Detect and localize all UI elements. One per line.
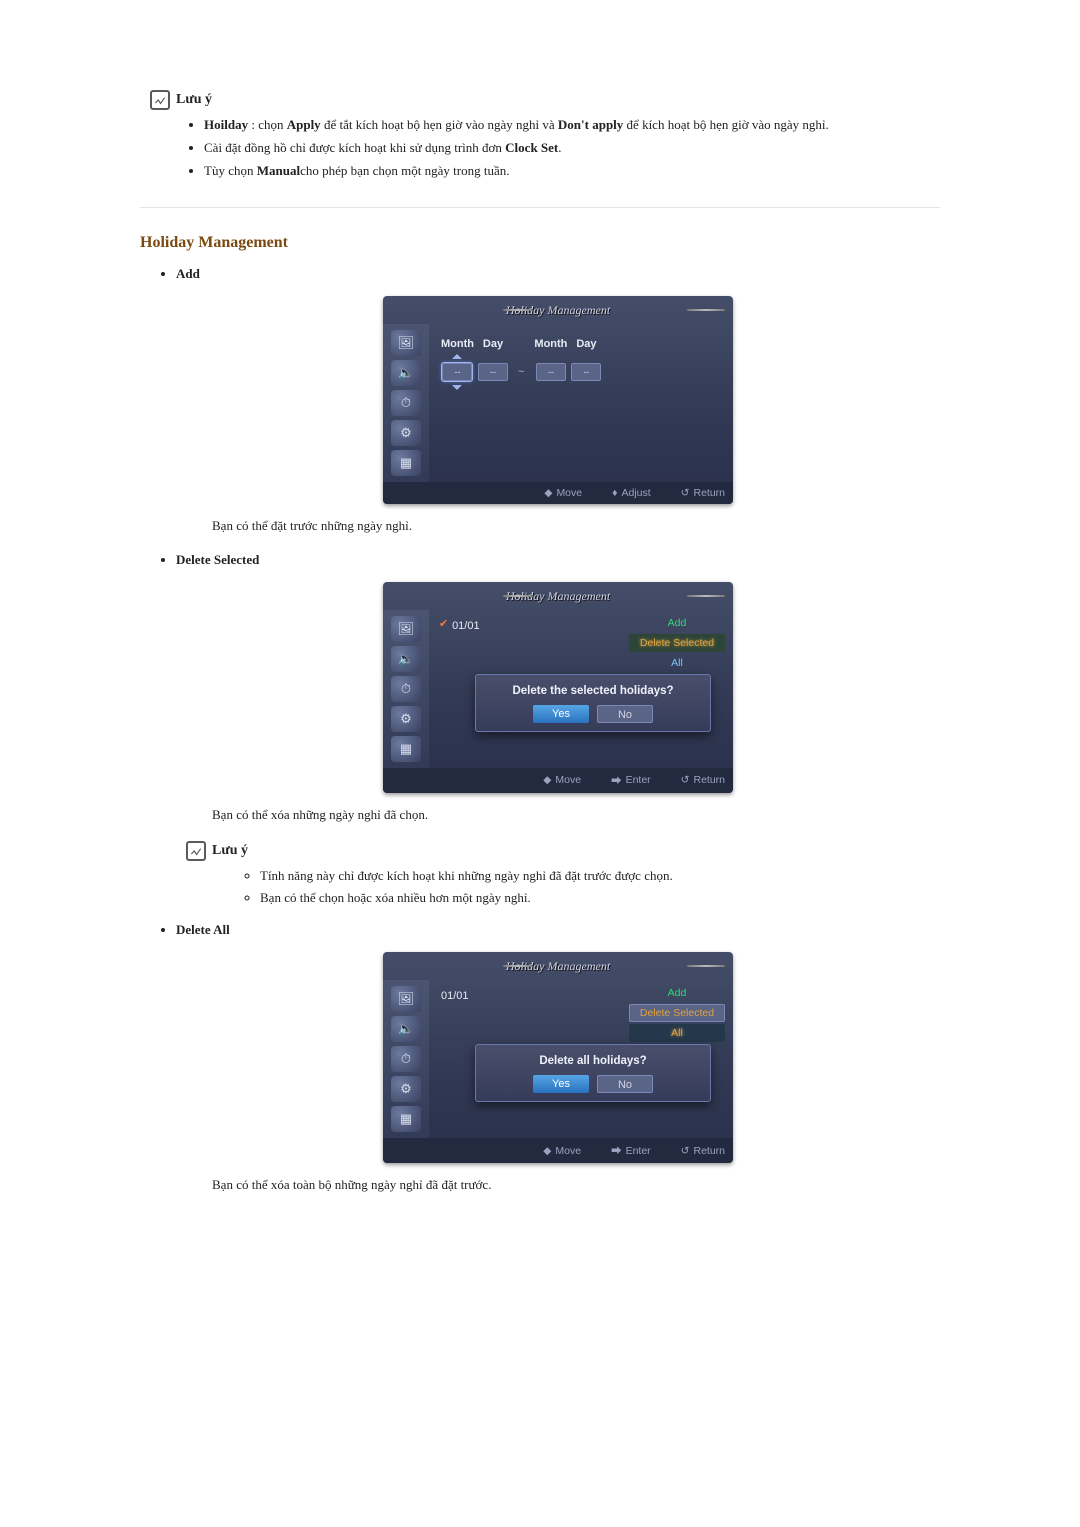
multi-icon[interactable]: ▦ bbox=[391, 736, 421, 762]
delsel-desc: Bạn có thể xóa những ngày nghỉ đã chọn. bbox=[212, 807, 940, 823]
hint-return: ↺ Return bbox=[681, 773, 725, 788]
hint-adjust: ♦ Adjust bbox=[612, 487, 651, 499]
day-end-select[interactable]: -- bbox=[571, 363, 601, 381]
action-add[interactable]: Add bbox=[629, 984, 725, 1002]
hint-enter: ⮕ Enter bbox=[611, 1143, 651, 1158]
col-month: Month bbox=[441, 338, 474, 350]
multi-icon[interactable]: ▦ bbox=[391, 1106, 421, 1132]
item-delsel-label: Delete Selected bbox=[176, 552, 259, 567]
hint-return: ↺ Return bbox=[681, 1143, 725, 1158]
audio-icon[interactable]: 🔈 bbox=[391, 646, 421, 672]
delall-desc: Bạn có thể xóa toàn bộ những ngày nghỉ đ… bbox=[212, 1177, 940, 1193]
picture-icon[interactable]: 🖼 bbox=[391, 986, 421, 1012]
yes-button[interactable]: Yes bbox=[533, 1075, 589, 1093]
note-icon bbox=[150, 90, 170, 110]
yes-button[interactable]: Yes bbox=[533, 705, 589, 723]
action-delete-selected[interactable]: Delete Selected bbox=[629, 634, 725, 652]
hint-return: ↺ Return bbox=[681, 487, 725, 499]
hint-move: ◆ Move bbox=[543, 773, 581, 788]
note-item: Tính năng này chỉ được kích hoạt khi nhữ… bbox=[260, 867, 940, 886]
action-add[interactable]: Add bbox=[629, 614, 725, 632]
osd-title: Holiday Management bbox=[383, 582, 733, 610]
note-item: Bạn có thể chọn hoặc xóa nhiều hơn một n… bbox=[260, 889, 940, 908]
note-icon bbox=[186, 841, 206, 861]
range-tilde: ~ bbox=[512, 366, 530, 378]
modal-question: Delete all holidays? bbox=[484, 1055, 702, 1067]
gear-icon[interactable]: ⚙ bbox=[391, 706, 421, 732]
action-delete-selected[interactable]: Delete Selected bbox=[629, 1004, 725, 1022]
note-item: Cài đặt đồng hồ chỉ được kích hoạt khi s… bbox=[204, 139, 940, 158]
item-delall-label: Delete All bbox=[176, 922, 230, 937]
action-delete-all[interactable]: All bbox=[629, 1024, 725, 1042]
osd-sidebar: 🖼 🔈 ⏱ ⚙ ▦ bbox=[383, 324, 429, 482]
time-icon[interactable]: ⏱ bbox=[391, 676, 421, 702]
picture-icon[interactable]: 🖼 bbox=[391, 330, 421, 356]
osd-title: Holiday Management bbox=[383, 952, 733, 980]
add-desc: Bạn có thể đặt trước những ngày nghỉ. bbox=[212, 518, 940, 534]
note-block-top: Lưu ý Hoilday : chọn Apply để tắt kích h… bbox=[150, 90, 940, 181]
multi-icon[interactable]: ▦ bbox=[391, 450, 421, 476]
hint-move: ◆ Move bbox=[543, 1143, 581, 1158]
item-add-label: Add bbox=[176, 266, 200, 281]
col-month2: Month bbox=[534, 338, 567, 350]
note-item: Tùy chọn Manualcho phép bạn chọn một ngà… bbox=[204, 162, 940, 181]
hint-enter: ⮕ Enter bbox=[611, 773, 651, 788]
col-day: Day bbox=[483, 338, 503, 350]
col-day2: Day bbox=[576, 338, 596, 350]
confirm-modal: Delete the selected holidays? Yes No bbox=[475, 674, 711, 732]
note-item: Hoilday : chọn Apply để tắt kích hoạt bộ… bbox=[204, 116, 940, 135]
osd-title: Holiday Management bbox=[383, 296, 733, 324]
note-title: Lưu ý bbox=[212, 843, 248, 859]
section-title: Holiday Management bbox=[140, 234, 940, 252]
gear-icon[interactable]: ⚙ bbox=[391, 1076, 421, 1102]
note-title: Lưu ý bbox=[176, 92, 212, 108]
modal-question: Delete the selected holidays? bbox=[484, 685, 702, 697]
month-end-select[interactable]: -- bbox=[536, 363, 566, 381]
no-button[interactable]: No bbox=[597, 1075, 653, 1093]
osd-sidebar: 🖼 🔈 ⏱ ⚙ ▦ bbox=[383, 980, 429, 1138]
osd-add: Holiday Management 🖼 🔈 ⏱ ⚙ ▦ Month bbox=[383, 296, 733, 504]
osd-delete-selected: Holiday Management 🖼 🔈 ⏱ ⚙ ▦ 01/01 Add D… bbox=[383, 582, 733, 793]
audio-icon[interactable]: 🔈 bbox=[391, 360, 421, 386]
check-icon bbox=[441, 621, 449, 629]
time-icon[interactable]: ⏱ bbox=[391, 1046, 421, 1072]
gear-icon[interactable]: ⚙ bbox=[391, 420, 421, 446]
no-button[interactable]: No bbox=[597, 705, 653, 723]
picture-icon[interactable]: 🖼 bbox=[391, 616, 421, 642]
audio-icon[interactable]: 🔈 bbox=[391, 1016, 421, 1042]
day-start-select[interactable]: -- bbox=[478, 363, 508, 381]
osd-delete-all: Holiday Management 🖼 🔈 ⏱ ⚙ ▦ 01/01 Add D… bbox=[383, 952, 733, 1163]
time-icon[interactable]: ⏱ bbox=[391, 390, 421, 416]
note-block-delsel: Lưu ý Tính năng này chỉ được kích hoạt k… bbox=[186, 841, 940, 909]
action-delete-all[interactable]: All bbox=[629, 654, 725, 672]
osd-sidebar: 🖼 🔈 ⏱ ⚙ ▦ bbox=[383, 610, 429, 768]
confirm-modal: Delete all holidays? Yes No bbox=[475, 1044, 711, 1102]
hint-move: ◆ Move bbox=[544, 487, 582, 499]
month-start-select[interactable]: -- bbox=[442, 363, 472, 381]
